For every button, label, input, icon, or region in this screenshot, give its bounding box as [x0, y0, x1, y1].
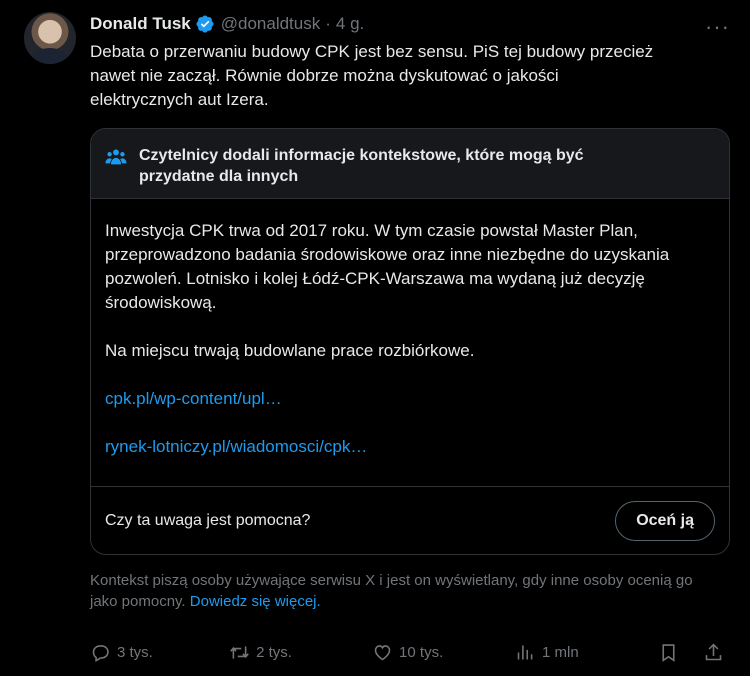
- repost-count: 2 tys.: [256, 643, 292, 661]
- heart-icon: [374, 644, 391, 660]
- avatar[interactable]: [24, 12, 76, 64]
- learn-more-link[interactable]: Dowiedz się więcej.: [190, 593, 321, 610]
- post-time[interactable]: 4 g.: [336, 14, 364, 34]
- community-note-body: Inwestycja CPK trwa od 2017 roku. W tym …: [91, 199, 729, 459]
- community-note: Czytelnicy dodali informacje kontekstowe…: [90, 128, 730, 555]
- verified-badge-icon[interactable]: [195, 14, 215, 34]
- note-disclaimer-text: Kontekst piszą osoby używające serwisu X…: [90, 572, 693, 610]
- tweet-actions: 3 tys. 2 tys. 10 tys. 1 mln: [90, 640, 730, 664]
- separator-dot: ·: [325, 14, 331, 33]
- bookmark-icon: [662, 643, 675, 662]
- tweet-header: Donald Tusk @donaldtusk · 4 g. ···: [90, 12, 730, 39]
- reply-button[interactable]: 3 tys.: [90, 642, 229, 663]
- note-paragraph: Na miejscu trwają budowlane prace rozbió…: [105, 341, 475, 360]
- community-note-header: Czytelnicy dodali informacje kontekstowe…: [91, 129, 729, 199]
- tweet-text: Debata o przerwaniu budowy CPK jest bez …: [90, 42, 654, 109]
- repost-icon: [230, 645, 249, 659]
- rate-note-button[interactable]: Oceń ją: [615, 500, 715, 541]
- reply-icon: [92, 644, 109, 662]
- note-disclaimer: Kontekst piszą osoby używające serwisu X…: [90, 570, 720, 612]
- like-count: 10 tys.: [399, 643, 444, 661]
- share-button[interactable]: [703, 642, 730, 663]
- community-note-title: Czytelnicy dodali informacje kontekstowe…: [139, 147, 584, 185]
- author-name[interactable]: Donald Tusk: [90, 14, 191, 34]
- more-horizontal-icon[interactable]: ···: [705, 14, 730, 40]
- reply-count: 3 tys.: [117, 643, 153, 661]
- views-count: 1 mln: [542, 643, 579, 661]
- views-chart-icon: [517, 645, 533, 659]
- note-source-link[interactable]: rynek-lotniczy.pl/wiadomosci/cpk…: [105, 437, 367, 456]
- helpful-question: Czy ta uwaga jest pomocna?: [105, 511, 311, 529]
- note-source-link[interactable]: cpk.pl/wp-content/upl…: [105, 389, 282, 408]
- author-handle[interactable]: @donaldtusk: [221, 14, 321, 34]
- repost-button[interactable]: 2 tys.: [229, 642, 372, 663]
- bookmark-button[interactable]: [658, 642, 685, 663]
- like-button[interactable]: 10 tys.: [372, 642, 515, 663]
- community-note-footer: Czy ta uwaga jest pomocna? Oceń ją: [91, 486, 729, 554]
- people-icon: [105, 149, 127, 165]
- note-paragraph: Inwestycja CPK trwa od 2017 roku. W tym …: [105, 221, 670, 312]
- share-icon: [705, 643, 722, 660]
- views-button[interactable]: 1 mln: [515, 642, 658, 663]
